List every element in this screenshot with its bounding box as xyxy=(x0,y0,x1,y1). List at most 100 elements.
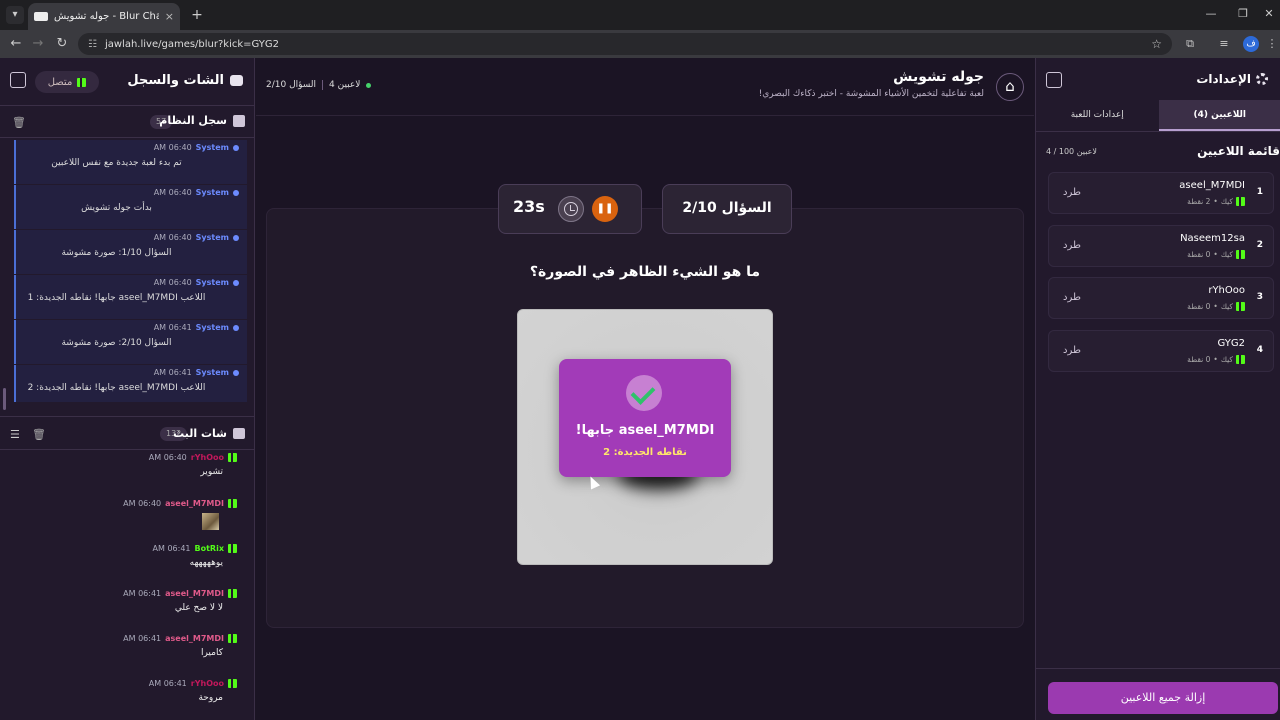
collapse-panel-icon[interactable] xyxy=(10,72,26,88)
live-chat-title: شات البث xyxy=(173,427,227,440)
kick-badge-icon xyxy=(1236,354,1245,364)
player-points: 2 نقطة xyxy=(1187,197,1211,206)
chat-bubble-icon xyxy=(230,75,243,86)
system-time: 06:40 AM xyxy=(153,143,192,152)
system-log-text: السؤال 1/10: صورة مشوشة xyxy=(61,248,172,258)
tab-players[interactable]: اللاعبين (4) xyxy=(1158,100,1280,131)
system-log-title: سجل النظام xyxy=(159,114,227,127)
kick-badge-icon xyxy=(228,543,237,553)
back-arrow-icon[interactable]: ← xyxy=(6,34,26,54)
browser-tab[interactable]: جوله تشويش - Blur Challenge | × xyxy=(28,3,180,30)
bookmark-star-icon[interactable]: ☆ xyxy=(1151,37,1162,51)
remove-all-players-button[interactable]: إزالة جميع اللاعبين xyxy=(1048,682,1278,714)
system-badge-icon xyxy=(233,279,239,286)
system-time: 06:40 AM xyxy=(153,278,192,287)
media-icon[interactable]: ≡ xyxy=(1214,34,1234,54)
new-tab-button[interactable]: + xyxy=(188,6,206,24)
settings-tabs: إعدادات اللعبة اللاعبين (4) xyxy=(1036,100,1280,132)
header-stats: السؤال 2/10 4 لاعبين xyxy=(266,80,372,90)
players-list-count: 4 / 100 لاعبين xyxy=(1046,147,1097,156)
system-log-list[interactable]: System 06:40 AM تم بدء لعبة جديدة مع نفس ا… xyxy=(14,140,247,402)
collapse-panel-icon[interactable] xyxy=(1046,72,1062,88)
chat-image-thumbnail[interactable] xyxy=(202,513,219,530)
url-text: jawlah.live/games/blur?kick=GYG2 xyxy=(104,38,280,50)
chat-username[interactable]: BotRix xyxy=(195,544,224,553)
player-row: 3 rYhOoo كيك • 0 نقطة طرد xyxy=(1048,277,1274,319)
chat-message: BotRix 06:41 AM يوهههههه xyxy=(0,541,255,586)
tab-search-chevron-icon[interactable]: ▾ xyxy=(6,6,24,24)
chat-message-meta: aseel_M7MDI 06:41 AM xyxy=(0,586,237,600)
system-log-item: System 06:41 AM اللاعب aseel_M7MDI جابها! … xyxy=(14,365,247,402)
kick-player-button[interactable]: طرد xyxy=(1063,292,1081,303)
system-time: 06:41 AM xyxy=(153,368,192,377)
profile-avatar[interactable]: ف xyxy=(1243,36,1259,52)
kick-badge-icon xyxy=(1236,249,1245,259)
player-meta: كيك • 0 نقطة xyxy=(1187,354,1245,364)
tab-close-icon[interactable]: × xyxy=(165,10,174,23)
chat-message-text: لا لا صح علي xyxy=(174,603,223,613)
kick-player-button[interactable]: طرد xyxy=(1063,345,1081,356)
pause-button[interactable]: ❚❚ xyxy=(592,196,618,222)
system-sender: System xyxy=(195,368,229,377)
player-rank: 4 xyxy=(1256,344,1263,355)
home-button[interactable]: ⌂ xyxy=(996,73,1024,101)
chat-message-text: كاميرا xyxy=(200,648,223,658)
gear-icon xyxy=(1256,73,1268,85)
player-points: 0 نقطة xyxy=(1187,249,1211,259)
chat-username[interactable]: aseel_M7MDI xyxy=(165,499,224,508)
player-row: 4 GYG2 كيك • 0 نقطة طرد xyxy=(1048,329,1274,372)
system-log-text: بدأت جوله تشويش xyxy=(81,203,152,213)
chat-username[interactable]: rYhOoo xyxy=(191,679,224,688)
clear-system-log-trash-icon[interactable]: 🗑 xyxy=(12,116,26,129)
system-log-meta: System 06:41 AM xyxy=(24,323,239,332)
browser-menu-icon[interactable]: ⋮ xyxy=(1262,34,1280,54)
kick-player-button[interactable]: طرد xyxy=(1063,240,1081,251)
chat-time: 06:40 AM xyxy=(148,452,187,462)
url-bar[interactable]: ☷ jawlah.live/games/blur?kick=GYG2 ☆ xyxy=(78,33,1172,55)
kick-badge-icon xyxy=(228,452,237,462)
game-header: ⌂ جوله تشويش لعبة تفاعلية لتخمين الأشياء… xyxy=(256,58,1034,116)
game-subtitle: لعبة تفاعلية لتخمين الأشياء المشوشة - اخ… xyxy=(758,89,984,99)
chat-message-meta: aseel_M7MDI 06:40 AM xyxy=(0,496,237,510)
separator-dot: • xyxy=(1213,249,1218,259)
extensions-icon[interactable]: ⧉ xyxy=(1180,34,1200,54)
minimize-icon[interactable]: — xyxy=(1200,4,1222,24)
player-row: 1 aseel_M7MDI كيك • 2 نقطة طرد xyxy=(1048,172,1274,214)
separator-dot: • xyxy=(1213,197,1218,206)
kick-player-button[interactable]: طرد xyxy=(1063,187,1081,198)
chat-message-text: مروحة xyxy=(198,693,223,703)
system-log-scrollbar[interactable] xyxy=(3,388,6,410)
player-name: rYhOoo xyxy=(1208,285,1245,296)
chat-message-meta: rYhOoo 06:40 AM xyxy=(0,450,237,464)
system-badge-icon xyxy=(233,369,239,376)
chat-message-meta: aseel_M7MDI 06:41 AM xyxy=(0,631,237,645)
kick-badge-icon xyxy=(228,588,237,598)
system-sender: System xyxy=(195,143,229,152)
forward-arrow-icon[interactable]: → xyxy=(28,34,48,54)
player-points: 0 نقطة xyxy=(1187,302,1211,311)
reload-icon[interactable]: ↻ xyxy=(52,34,72,54)
chat-username[interactable]: rYhOoo xyxy=(191,453,224,462)
player-rank: 3 xyxy=(1256,292,1263,302)
player-name: GYG2 xyxy=(1217,337,1245,349)
live-chat-list[interactable]: rYhOoo 06:40 AM تشوير aseel_M7MDI 06:40 AM Bo… xyxy=(0,450,255,720)
player-meta: كيك • 0 نقطة xyxy=(1187,302,1245,311)
tab-title: جوله تشويش - Blur Challenge | xyxy=(54,11,159,22)
player-platform: كيك xyxy=(1220,302,1233,311)
close-window-icon[interactable]: ✕ xyxy=(1258,4,1280,24)
system-log-item: System 06:40 AM بدأت جوله تشويش xyxy=(14,185,247,229)
timer-value: 23s xyxy=(513,197,545,216)
correct-answer-text: aseel_M7MDI جابها! xyxy=(575,423,715,438)
kick-logo-icon xyxy=(77,77,87,87)
clear-chat-trash-icon[interactable]: 🗑 xyxy=(32,428,46,441)
chat-username[interactable]: aseel_M7MDI xyxy=(165,589,224,598)
system-time: 06:40 AM xyxy=(153,233,192,242)
filter-list-icon[interactable]: ☰ xyxy=(10,428,20,441)
maximize-icon[interactable]: ❐ xyxy=(1232,4,1254,24)
system-log-item: System 06:40 AM السؤال 1/10: صورة مشوشة xyxy=(14,230,247,274)
site-info-icon[interactable]: ☷ xyxy=(88,39,97,50)
online-dot-icon xyxy=(366,82,372,88)
chat-username[interactable]: aseel_M7MDI xyxy=(165,634,224,643)
system-log-meta: System 06:40 AM xyxy=(24,278,239,287)
tab-game-settings[interactable]: إعدادات اللعبة xyxy=(1036,100,1159,131)
